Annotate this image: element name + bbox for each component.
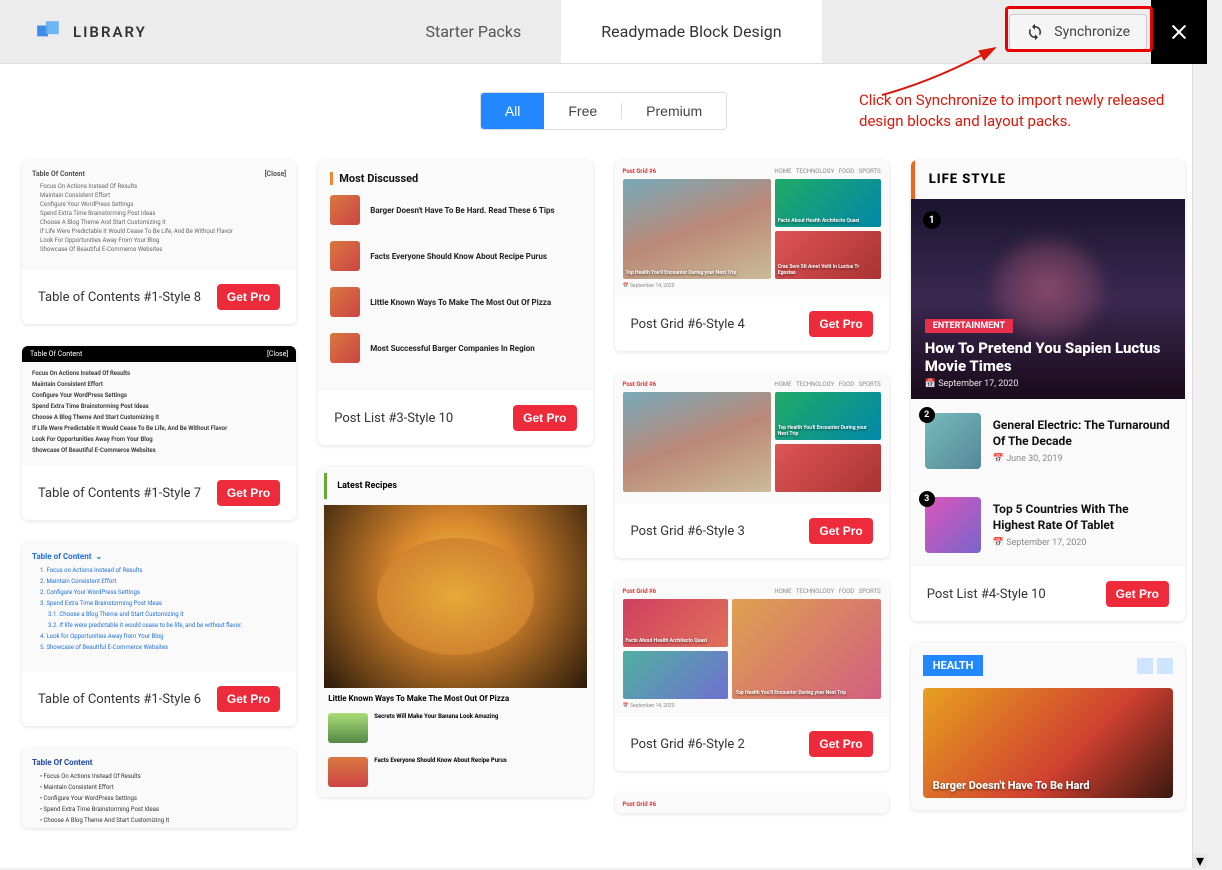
card-title: Post Grid #6-Style 2 xyxy=(631,737,745,752)
card-post-list-3-style-10[interactable]: Most Discussed Barger Doesn't Have To Be… xyxy=(318,160,592,445)
get-pro-button[interactable]: Get Pro xyxy=(217,686,280,712)
card-title: Table of Contents #1-Style 6 xyxy=(38,692,201,707)
close-button[interactable] xyxy=(1151,0,1207,64)
library-title: LIBRARY xyxy=(73,23,147,41)
card-toc-style-8[interactable]: Table Of Content[Close] Focus On Actions… xyxy=(22,160,296,324)
filter-free[interactable]: Free xyxy=(544,93,621,129)
vertical-scrollbar[interactable]: ▴ ▾ xyxy=(1192,0,1207,868)
get-pro-button[interactable]: Get Pro xyxy=(513,405,576,431)
card-post-grid-partial[interactable]: Post Grid #6 xyxy=(615,793,889,813)
filter-premium[interactable]: Premium xyxy=(622,93,726,129)
card-toc-style-6[interactable]: Table of Content ⌄ 1. Focus on Actions I… xyxy=(22,542,296,726)
tab-starter-packs[interactable]: Starter Packs xyxy=(385,0,561,63)
get-pro-button[interactable]: Get Pro xyxy=(809,518,872,544)
library-logo-icon xyxy=(35,19,61,45)
get-pro-button[interactable]: Get Pro xyxy=(1106,581,1169,607)
card-post-grid-6-style-3[interactable]: Post Grid #6HOME TECHNOLOGY FOOD SPORTS … xyxy=(615,373,889,558)
card-post-list-4-style-10[interactable]: LIFE STYLE 1 ENTERTAINMENT How To Preten… xyxy=(911,160,1185,621)
card-post-grid-6-style-4[interactable]: Post Grid #6HOME TECHNOLOGY FOOD SPORTS … xyxy=(615,160,889,351)
card-toc-partial[interactable]: Table Of Content • Focus On Actions Inst… xyxy=(22,748,296,828)
card-title: Table of Contents #1-Style 8 xyxy=(38,290,201,305)
filter-group: All Free Premium xyxy=(480,92,727,130)
card-title: Post Grid #6-Style 4 xyxy=(631,317,745,332)
card-post-grid-6-style-2[interactable]: Post Grid #6HOME TECHNOLOGY FOOD SPORTS … xyxy=(615,580,889,771)
card-title: Table of Contents #1-Style 7 xyxy=(38,486,201,501)
get-pro-button[interactable]: Get Pro xyxy=(217,284,280,310)
library-header: LIBRARY Starter Packs Readymade Block De… xyxy=(0,0,1207,64)
card-latest-recipes[interactable]: Latest Recipes Little Known Ways To Make… xyxy=(318,467,592,797)
synchronize-label: Synchronize xyxy=(1054,24,1130,40)
synchronize-button[interactable]: Synchronize xyxy=(1009,14,1147,50)
tab-readymade-block-design[interactable]: Readymade Block Design xyxy=(561,0,821,63)
sync-icon xyxy=(1026,23,1044,41)
get-pro-button[interactable]: Get Pro xyxy=(809,731,872,757)
card-health[interactable]: HEALTH Barger Doesn't Have To Be Hard xyxy=(911,643,1185,810)
card-toc-style-7[interactable]: Table Of Content[Close] Focus On Actions… xyxy=(22,346,296,520)
card-title: Post List #3-Style 10 xyxy=(334,411,453,426)
card-title: Post List #4-Style 10 xyxy=(927,587,1046,602)
get-pro-button[interactable]: Get Pro xyxy=(809,311,872,337)
card-title: Post Grid #6-Style 3 xyxy=(631,524,745,539)
get-pro-button[interactable]: Get Pro xyxy=(217,480,280,506)
scroll-down-arrow[interactable]: ▾ xyxy=(1193,853,1207,868)
filter-all[interactable]: All xyxy=(481,93,545,129)
